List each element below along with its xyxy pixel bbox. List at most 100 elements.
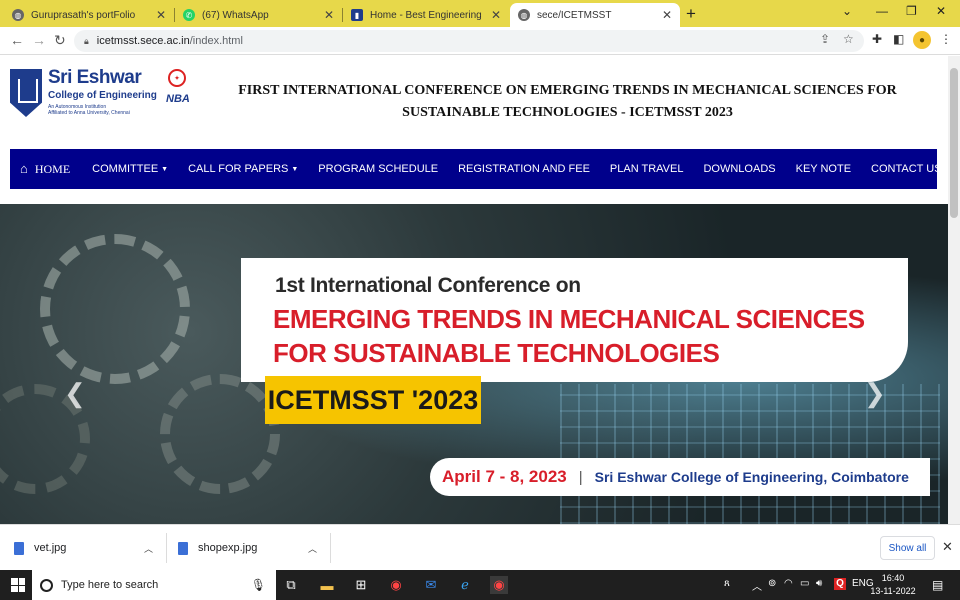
- minimize-button[interactable]: —: [876, 4, 888, 18]
- task-view-icon[interactable]: ⧉: [282, 576, 300, 594]
- image-file-icon: [178, 541, 188, 555]
- download-filename: vet.jpg: [34, 542, 67, 554]
- chevron-up-icon[interactable]: ︿: [308, 542, 317, 555]
- nav-call-for-papers[interactable]: CALL FOR PAPERS ▼: [188, 163, 298, 175]
- tab-title: (67) WhatsApp: [202, 9, 269, 21]
- network-icon[interactable]: ⊚: [768, 578, 776, 589]
- conference-venue: Sri Eshwar College of Engineering, Coimb…: [594, 469, 909, 485]
- share-icon[interactable]: ⇪: [820, 32, 830, 46]
- date-venue-band: April 7 - 8, 2023 | Sri Eshwar College o…: [430, 458, 930, 496]
- menu-kebab-icon[interactable]: ⋮: [940, 32, 952, 46]
- clock-time: 16:40: [881, 573, 905, 583]
- page-scrollbar[interactable]: [948, 56, 960, 524]
- conference-acronym: ICETMSST '2023: [265, 376, 481, 424]
- microphone-icon[interactable]: 🎙︎: [251, 578, 266, 592]
- conference-date: April 7 - 8, 2023: [442, 467, 567, 486]
- nav-plan-travel[interactable]: PLAN TRAVEL: [610, 163, 684, 175]
- restore-button[interactable]: ❐: [906, 4, 917, 18]
- lock-icon[interactable]: 🔒︎: [84, 36, 89, 47]
- hero-theme-line2: FOR SUSTAINABLE TECHNOLOGIES: [273, 338, 720, 368]
- chrome-active-icon[interactable]: ◉: [490, 576, 508, 594]
- close-icon[interactable]: ✕: [156, 8, 166, 22]
- globe-icon: ◍: [518, 9, 530, 21]
- divider: [166, 533, 167, 563]
- wifi-icon[interactable]: ◠: [784, 578, 793, 589]
- carousel-prev-icon[interactable]: ❮: [64, 378, 86, 409]
- edge-icon[interactable]: ℯ: [456, 576, 474, 594]
- notifications-icon[interactable]: ▤: [932, 578, 943, 592]
- volume-icon[interactable]: 🔊︎: [816, 578, 822, 589]
- college-favicon-icon: ▮: [351, 9, 363, 21]
- system-clock[interactable]: 16:40 13-11-2022: [868, 572, 918, 598]
- tray-chevron-up-icon[interactable]: ︿: [752, 578, 762, 593]
- tab-whatsapp[interactable]: ✆ (67) WhatsApp ✕: [175, 3, 342, 27]
- nav-key-note[interactable]: KEY NOTE: [796, 163, 851, 175]
- clock-date: 13-11-2022: [870, 586, 916, 596]
- extensions-icon[interactable]: ✚: [872, 32, 882, 46]
- logo-affiliation: Affiliated to Anna University, Chennai: [48, 110, 130, 116]
- divider: [330, 533, 331, 563]
- show-all-button[interactable]: Show all: [880, 536, 935, 560]
- main-navigation: ⌂ HOME COMMITTEE ▼ CALL FOR PAPERS ▼ PRO…: [10, 149, 942, 189]
- nav-call-for-papers-label: CALL FOR PAPERS: [188, 163, 289, 175]
- bookmark-star-icon[interactable]: ☆: [843, 32, 854, 46]
- download-filename: shopexp.jpg: [198, 542, 258, 554]
- nba-badge: NBA: [166, 93, 190, 105]
- whatsapp-icon: ✆: [183, 9, 195, 21]
- forward-button[interactable]: →: [32, 32, 46, 48]
- tab-portfolio[interactable]: ◍ Guruprasath's portFolio ✕: [4, 3, 174, 27]
- college-logo[interactable]: Sri Eshwar College of Engineering An Aut…: [10, 67, 190, 123]
- windows-start-icon[interactable]: [11, 578, 25, 592]
- profile-avatar[interactable]: ●: [913, 31, 931, 49]
- reload-button[interactable]: ↻: [54, 32, 66, 49]
- logo-subtitle: College of Engineering: [48, 90, 157, 101]
- nav-home-label: HOME: [34, 161, 71, 176]
- caret-down-icon: ▼: [161, 165, 169, 173]
- search-placeholder: Type here to search: [61, 579, 159, 591]
- nav-committee[interactable]: COMMITTEE ▼: [92, 163, 168, 175]
- taskbar-search-input[interactable]: Type here to search 🎙︎: [32, 570, 276, 600]
- nav-contact-us[interactable]: CONTACT US: [871, 163, 942, 175]
- file-explorer-icon[interactable]: ▬: [318, 576, 336, 594]
- tab-title: sece/ICETMSST: [537, 9, 612, 21]
- nav-registration-and-fee[interactable]: REGISTRATION AND FEE: [458, 163, 590, 175]
- download-item[interactable]: vet.jpg ︿: [14, 533, 164, 563]
- nav-program-schedule[interactable]: PROGRAM SCHEDULE: [318, 163, 438, 175]
- close-icon[interactable]: ✕: [662, 8, 672, 22]
- home-icon: ⌂: [20, 161, 28, 176]
- shield-emblem-icon: [10, 69, 42, 117]
- new-tab-button[interactable]: +: [686, 4, 696, 24]
- tab-icetmsst[interactable]: ◍ sece/ICETMSST ✕: [510, 3, 680, 27]
- nav-home[interactable]: ⌂ HOME: [20, 161, 70, 177]
- tab-sece-home[interactable]: ▮ Home - Best Engineering College in Coi…: [343, 3, 509, 27]
- carousel-next-icon[interactable]: ❯: [864, 378, 886, 409]
- logo-brand: Sri Eshwar: [48, 67, 142, 88]
- tab-title: Guruprasath's portFolio: [31, 9, 136, 21]
- window-close-button[interactable]: ✕: [936, 4, 946, 18]
- battery-icon[interactable]: ▭: [800, 578, 809, 589]
- chrome-icon[interactable]: ◉: [387, 576, 405, 594]
- chevron-up-icon[interactable]: ︿: [144, 542, 153, 555]
- anniversary-badge-icon: ✦: [168, 69, 186, 87]
- side-panel-icon[interactable]: ◧: [893, 32, 904, 46]
- windows-taskbar: Type here to search 🎙︎ ⧉ ▬ ⊞ ◉ ✉ ℯ ◉ ጸ ︿…: [0, 570, 960, 600]
- microsoft-store-icon[interactable]: ⊞: [352, 576, 370, 594]
- nav-downloads[interactable]: DOWNLOADS: [703, 163, 775, 175]
- downloads-bar: vet.jpg ︿ shopexp.jpg ︿ Show all ✕: [0, 524, 960, 570]
- address-bar[interactable]: 🔒︎ icetmsst.sece.ac.in/index.html: [74, 30, 864, 52]
- image-file-icon: [14, 541, 24, 555]
- close-icon[interactable]: ✕: [491, 8, 501, 22]
- close-icon[interactable]: ✕: [942, 539, 953, 555]
- scrollbar-thumb[interactable]: [950, 68, 958, 218]
- mail-icon[interactable]: ✉: [422, 576, 440, 594]
- download-item[interactable]: shopexp.jpg ︿: [178, 533, 328, 563]
- tab-search-icon[interactable]: ⌄: [842, 4, 852, 18]
- gear-graphic: [160, 374, 280, 494]
- tab-title: Home - Best Engineering College in Coimb…: [370, 9, 485, 21]
- people-icon[interactable]: ጸ: [724, 578, 730, 589]
- caret-down-icon: ▼: [291, 165, 299, 173]
- close-icon[interactable]: ✕: [324, 8, 334, 22]
- back-button[interactable]: ←: [10, 32, 24, 48]
- antivirus-icon[interactable]: Q: [834, 578, 846, 590]
- web-page: Sri Eshwar College of Engineering An Aut…: [0, 56, 948, 524]
